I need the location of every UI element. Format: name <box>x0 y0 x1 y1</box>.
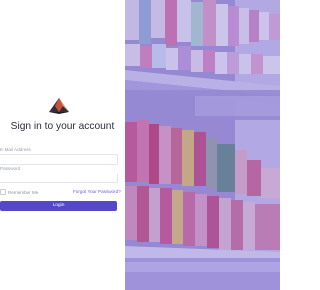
email-label: E-Mail Address <box>0 147 31 152</box>
remember-me-checkbox[interactable] <box>0 189 6 195</box>
login-button[interactable]: Login <box>0 201 117 211</box>
image-overlay <box>125 0 280 290</box>
remember-me-label: Remember Me <box>8 189 39 195</box>
login-page: Sign in to your account E-Mail Address P… <box>0 0 280 290</box>
password-label: Password <box>0 166 21 171</box>
forgot-password-link[interactable]: Forgot Your Password? <box>73 189 121 194</box>
page-title: Sign in to your account <box>10 121 115 132</box>
hero-image <box>125 0 280 290</box>
remember-me[interactable]: Remember Me <box>0 189 38 195</box>
password-field[interactable] <box>0 174 118 183</box>
email-field[interactable] <box>0 154 118 165</box>
pyramid-logo-icon <box>49 98 69 114</box>
login-panel: Sign in to your account E-Mail Address P… <box>0 0 125 290</box>
